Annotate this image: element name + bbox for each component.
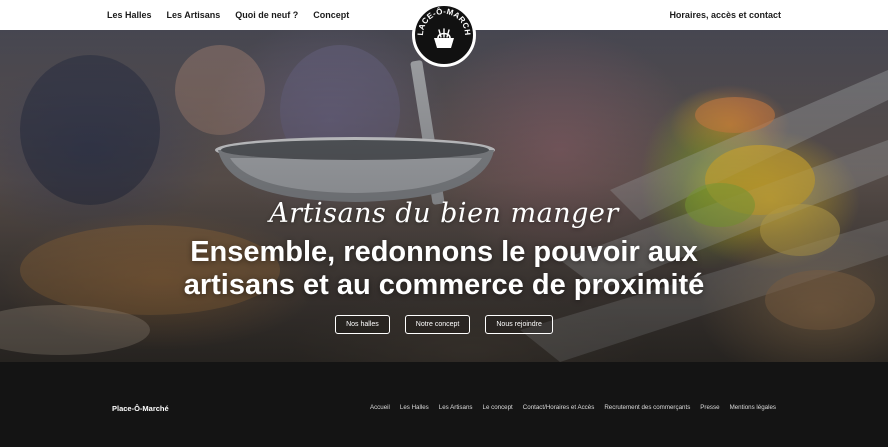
site-logo[interactable]: PLACE-Ô-MARCHÉ [412, 3, 476, 67]
footer-link-presse[interactable]: Presse [700, 404, 719, 411]
main-nav: Les Halles Les Artisans Quoi de neuf ? C… [107, 0, 349, 30]
hero-banner: Artisans du bien manger Ensemble, redonn… [0, 30, 888, 362]
footer-nav: Accueil Les Halles Les Artisans Le conce… [370, 404, 776, 411]
hero-headline: Ensemble, redonnons le pouvoir aux artis… [0, 236, 888, 302]
site-footer: Place-Ô-Marché Accueil Les Halles Les Ar… [0, 362, 888, 447]
hero-buttons: Nos halles Notre concept Nous rejoindre [0, 315, 888, 334]
footer-link-mentions-legales[interactable]: Mentions légales [730, 404, 776, 411]
notre-concept-button[interactable]: Notre concept [404, 315, 471, 334]
hero-headline-line-2: artisans et au commerce de proximité [183, 269, 705, 301]
footer-link-accueil[interactable]: Accueil [370, 404, 390, 411]
nav-item-les-halles[interactable]: Les Halles [107, 10, 152, 20]
footer-brand: Place-Ô-Marché [112, 404, 169, 413]
hero-headline-line-1: Ensemble, redonnons le pouvoir aux [190, 236, 698, 268]
footer-link-les-halles[interactable]: Les Halles [400, 404, 429, 411]
nav-item-quoi-de-neuf[interactable]: Quoi de neuf ? [235, 10, 298, 20]
hero-overlay [0, 30, 888, 362]
nav-item-horaires-contact[interactable]: Horaires, accès et contact [669, 10, 781, 20]
footer-link-les-artisans[interactable]: Les Artisans [439, 404, 473, 411]
footer-link-contact-horaires[interactable]: Contact/Horaires et Accès [523, 404, 595, 411]
header-right: Horaires, accès et contact [669, 0, 781, 30]
hero-tagline: Artisans du bien manger [269, 198, 619, 229]
nav-item-concept[interactable]: Concept [313, 10, 349, 20]
nos-halles-button[interactable]: Nos halles [335, 315, 390, 334]
nous-rejoindre-button[interactable]: Nous rejoindre [485, 315, 553, 334]
footer-link-recrutement[interactable]: Recrutement des commerçants [604, 404, 690, 411]
nav-item-les-artisans[interactable]: Les Artisans [167, 10, 221, 20]
logo-emblem: PLACE-Ô-MARCHÉ [415, 6, 472, 48]
footer-link-le-concept[interactable]: Le concept [483, 404, 513, 411]
